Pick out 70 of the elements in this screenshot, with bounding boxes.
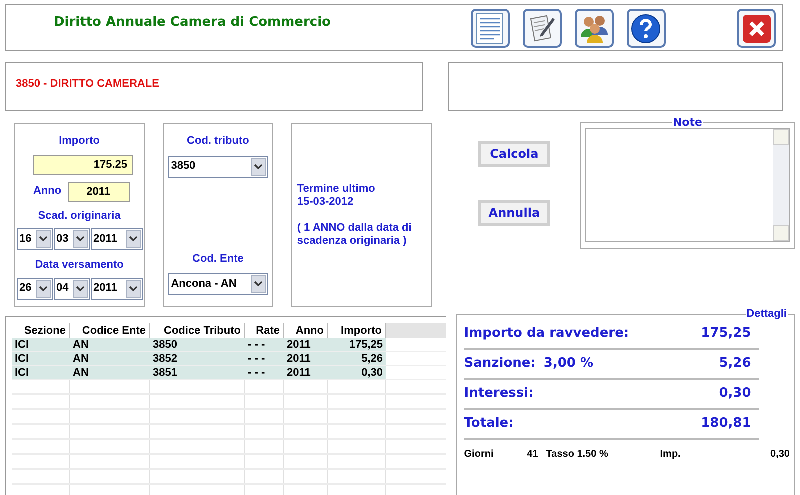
action-button[interactable]: Calcola (478, 141, 550, 167)
detail-label: Totale: (464, 415, 514, 434)
table-cell: 3850 (150, 338, 245, 351)
amount-field[interactable]: 175.25 (32, 154, 133, 174)
notes-field[interactable] (585, 128, 790, 242)
table-cell: - - - (245, 352, 284, 365)
table-cell: - - - (245, 366, 284, 379)
table-cell: 2011 (284, 338, 328, 351)
dropdown[interactable]: 26 (16, 278, 53, 300)
column-header[interactable]: Codice Ente (70, 323, 150, 338)
dropdown[interactable]: Ancona - AN (168, 273, 268, 295)
detail-value: 0,30 (719, 385, 752, 404)
days-value: 41 (526, 448, 538, 462)
detail-value: 5,26 (719, 355, 752, 374)
table-cell: AN (70, 338, 150, 351)
deadline-date: 15-03-2012 (297, 196, 355, 208)
entity-code-label: Cod. Ente (192, 252, 244, 266)
detail-value: 175,25 (701, 325, 752, 344)
amount-label: Importo (59, 134, 100, 149)
dropdown[interactable]: 03 (54, 228, 90, 250)
payment-date-label: Data versamento (35, 258, 124, 273)
column-header[interactable]: Codice Tributo (150, 323, 245, 338)
detail-rate: 3,00 % (544, 355, 594, 374)
days-label: Giorni (464, 448, 495, 462)
detail-label: Importo da ravvedere: (464, 325, 630, 344)
table-cell: 0,30 (328, 366, 386, 379)
column-header[interactable]: Rate (245, 323, 284, 338)
details-legend: Dettagli (746, 309, 788, 320)
tax-code-description: 3850 - DIRITTO CAMERALE (16, 78, 160, 90)
year-label: Anno (33, 184, 62, 200)
users-icon[interactable] (574, 9, 614, 48)
dropdown[interactable]: 3850 (168, 156, 268, 178)
detail-value: 180,81 (701, 415, 752, 434)
deadline-note: ( 1 ANNO dalla data di scadenza originaria ) (297, 222, 413, 248)
table-cell: 175,25 (328, 338, 386, 351)
column-header[interactable]: Anno (284, 323, 328, 338)
detail-label: Sanzione: (464, 355, 536, 374)
deadline-title: Termine ultimo (297, 182, 376, 196)
interest-value: 0,30 (770, 448, 790, 462)
interest-label: Imp. (660, 448, 681, 462)
dropdown[interactable]: 2011 (90, 278, 143, 300)
form-icon[interactable] (470, 9, 510, 48)
rate-text: Tasso 1.50 % (546, 448, 610, 462)
document-pen-icon[interactable] (522, 9, 562, 48)
detail-label: Interessi: (464, 385, 534, 404)
tax-code-label: Cod. tributo (187, 134, 250, 149)
table-cell: ICI (12, 338, 70, 351)
table-cell: ICI (12, 352, 70, 365)
column-header[interactable]: Sezione (12, 323, 70, 338)
table-cell: - - - (245, 338, 284, 351)
table-cell: 3852 (150, 352, 245, 365)
table-cell: 3851 (150, 366, 245, 379)
column-header[interactable]: Importo (328, 323, 386, 338)
scrollbar[interactable] (772, 129, 789, 241)
dropdown[interactable]: 04 (54, 278, 90, 300)
table-cell: AN (70, 366, 150, 379)
table-cell: ICI (12, 366, 70, 379)
notes-legend: Note (672, 117, 704, 128)
original-due-date-label: Scad. originaria (38, 208, 121, 224)
help-icon[interactable] (626, 9, 666, 48)
dropdown[interactable]: 16 (16, 228, 53, 250)
table-cell: 2011 (284, 352, 328, 365)
dropdown[interactable]: 2011 (90, 228, 143, 250)
table-cell: 5,26 (328, 352, 386, 365)
window-title: Diritto Annuale Camera di Commercio (54, 14, 331, 32)
table-cell: AN (70, 352, 150, 365)
action-button[interactable]: Annulla (478, 200, 550, 226)
table-cell: 2011 (284, 366, 328, 379)
close-icon[interactable] (737, 9, 776, 48)
year-field[interactable]: 2011 (68, 182, 130, 202)
